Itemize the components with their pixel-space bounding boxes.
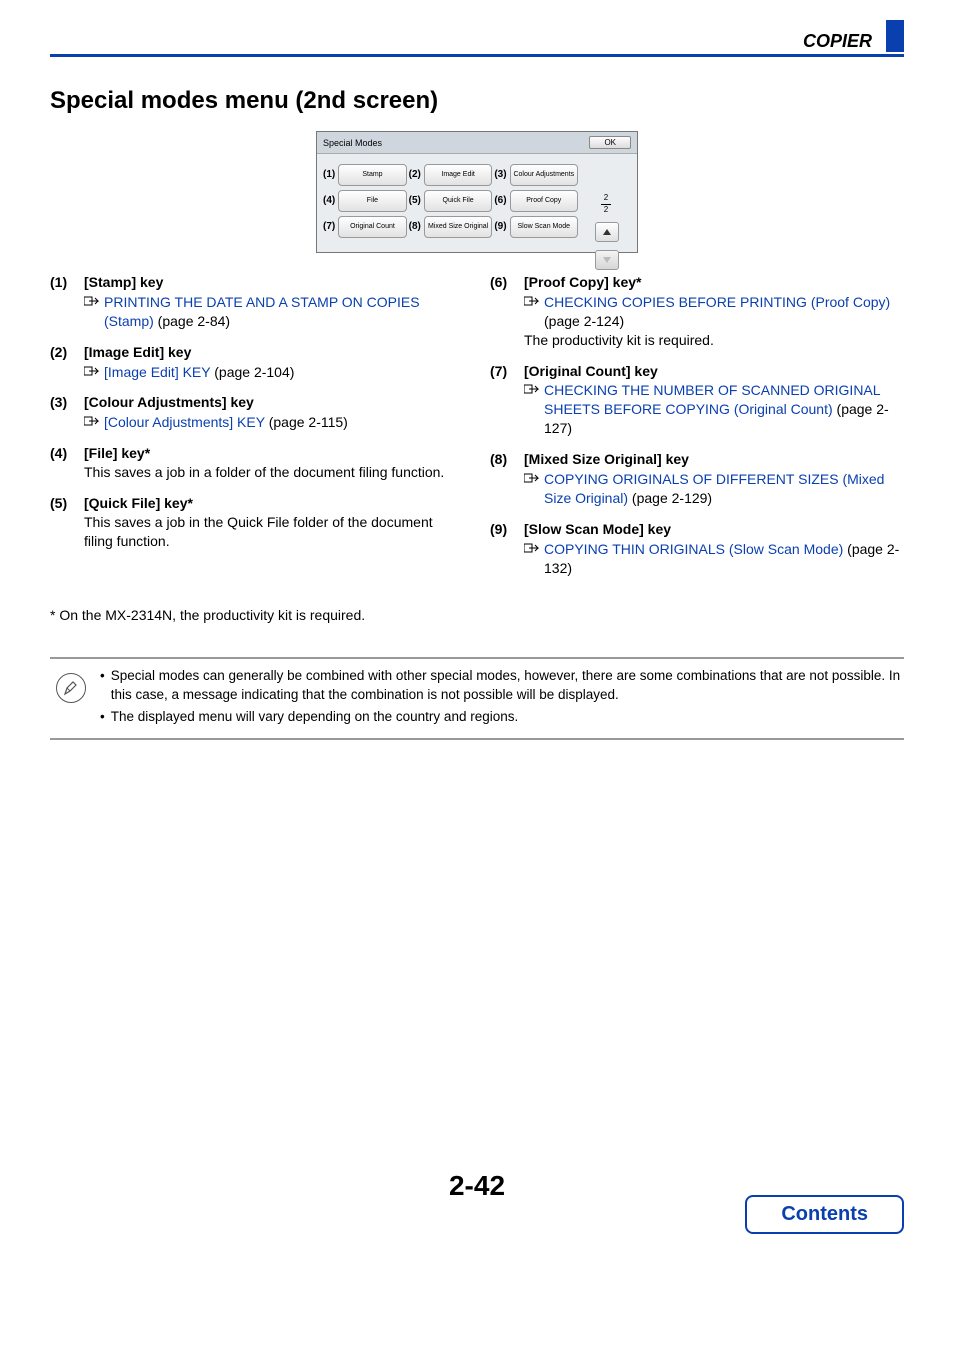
item-num: (1) xyxy=(50,273,84,331)
image-edit-button[interactable]: Image Edit xyxy=(424,164,492,186)
footnote: * On the MX-2314N, the productivity kit … xyxy=(50,607,904,623)
callout-7: (7) xyxy=(323,222,336,232)
item-9: (9) [Slow Scan Mode] key COPYING THIN OR… xyxy=(490,520,904,578)
scroll-down-button[interactable] xyxy=(595,250,619,270)
right-column: (6) [Proof Copy] key* CHECKING COPIES BE… xyxy=(490,273,904,589)
callout-2: (2) xyxy=(409,170,422,180)
item-title: [Stamp] key xyxy=(84,273,464,292)
page-indicator: 2 2 xyxy=(601,194,611,215)
item-num: (7) xyxy=(490,362,524,439)
ok-button[interactable]: OK xyxy=(589,136,631,149)
stamp-button[interactable]: Stamp xyxy=(338,164,406,186)
scroll-up-button[interactable] xyxy=(595,222,619,242)
item-title: [Original Count] key xyxy=(524,362,904,381)
pointer-icon xyxy=(84,296,100,306)
item-desc: The productivity kit is required. xyxy=(524,331,904,350)
callout-8: (8) xyxy=(409,222,422,232)
page-ref: (page 2-124) xyxy=(544,313,624,329)
slow-scan-mode-button[interactable]: Slow Scan Mode xyxy=(510,216,578,238)
arrow-down-icon xyxy=(602,256,612,264)
item-title: [Quick File] key* xyxy=(84,494,464,513)
special-modes-panel: Special Modes OK (1) Stamp (2) Image Edi… xyxy=(316,131,638,253)
item-8: (8) [Mixed Size Original] key COPYING OR… xyxy=(490,450,904,508)
item-1: (1) [Stamp] key PRINTING THE DATE AND A … xyxy=(50,273,464,331)
callout-3: (3) xyxy=(494,170,507,180)
proof-copy-button[interactable]: Proof Copy xyxy=(510,190,578,212)
header-bar: COPIER xyxy=(50,20,904,57)
link-stamp[interactable]: PRINTING THE DATE AND A STAMP ON COPIES … xyxy=(104,294,420,329)
item-title: [Image Edit] key xyxy=(84,343,464,362)
item-title: [Proof Copy] key* xyxy=(524,273,904,292)
panel-tab-label: Special Modes xyxy=(323,138,382,148)
notes-box: Special modes can generally be combined … xyxy=(50,657,904,740)
note-1: Special modes can generally be combined … xyxy=(111,667,904,703)
item-5: (5) [Quick File] key* This saves a job i… xyxy=(50,494,464,551)
original-count-button[interactable]: Original Count xyxy=(338,216,406,238)
link-mixed-size[interactable]: COPYING ORIGINALS OF DIFFERENT SIZES (Mi… xyxy=(544,471,884,506)
pointer-icon xyxy=(84,366,100,376)
page-total: 2 xyxy=(601,206,611,215)
callout-6: (6) xyxy=(494,196,507,206)
item-num: (6) xyxy=(490,273,524,350)
item-title: [Mixed Size Original] key xyxy=(524,450,904,469)
item-num: (4) xyxy=(50,444,84,482)
link-slow-scan[interactable]: COPYING THIN ORIGINALS (Slow Scan Mode) xyxy=(544,541,843,557)
note-2: The displayed menu will vary depending o… xyxy=(111,708,519,726)
item-num: (8) xyxy=(490,450,524,508)
section-label: COPIER xyxy=(803,31,882,52)
link-colour-adj[interactable]: [Colour Adjustments] KEY xyxy=(104,414,265,430)
pointer-icon xyxy=(524,384,540,394)
mixed-size-original-button[interactable]: Mixed Size Original xyxy=(424,216,492,238)
item-4: (4) [File] key* This saves a job in a fo… xyxy=(50,444,464,482)
callout-5: (5) xyxy=(409,196,422,206)
description-columns: (1) [Stamp] key PRINTING THE DATE AND A … xyxy=(50,273,904,589)
pointer-icon xyxy=(524,473,540,483)
header-accent xyxy=(886,20,904,52)
item-num: (2) xyxy=(50,343,84,382)
item-desc: This saves a job in a folder of the docu… xyxy=(84,463,464,482)
callout-1: (1) xyxy=(323,170,336,180)
page-current: 2 xyxy=(601,194,611,203)
contents-button[interactable]: Contents xyxy=(745,1195,904,1234)
item-6: (6) [Proof Copy] key* CHECKING COPIES BE… xyxy=(490,273,904,350)
page-ref: (page 2-129) xyxy=(628,490,712,506)
pointer-icon xyxy=(84,416,100,426)
panel-button-grid: (1) Stamp (2) Image Edit (3) Colour Adju… xyxy=(323,164,578,238)
notes-list: Special modes can generally be combined … xyxy=(100,667,904,730)
item-title: [File] key* xyxy=(84,444,464,463)
arrow-up-icon xyxy=(602,228,612,236)
pencil-icon xyxy=(56,673,86,703)
page-ref: (page 2-84) xyxy=(154,313,230,329)
callout-9: (9) xyxy=(494,222,507,232)
pointer-icon xyxy=(524,543,540,553)
page-title: Special modes menu (2nd screen) xyxy=(50,87,904,115)
colour-adjustments-button[interactable]: Colour Adjustments xyxy=(510,164,578,186)
item-2: (2) [Image Edit] key [Image Edit] KEY (p… xyxy=(50,343,464,382)
item-3: (3) [Colour Adjustments] key [Colour Adj… xyxy=(50,393,464,432)
panel-tab-bar: Special Modes OK xyxy=(317,132,637,154)
page-ref: (page 2-104) xyxy=(210,364,294,380)
file-button[interactable]: File xyxy=(338,190,406,212)
item-7: (7) [Original Count] key CHECKING THE NU… xyxy=(490,362,904,439)
link-proof-copy[interactable]: CHECKING COPIES BEFORE PRINTING (Proof C… xyxy=(544,294,890,310)
link-image-edit[interactable]: [Image Edit] KEY xyxy=(104,364,210,380)
item-num: (9) xyxy=(490,520,524,578)
item-desc: This saves a job in the Quick File folde… xyxy=(84,513,464,551)
page-ref: (page 2-115) xyxy=(265,414,348,430)
left-column: (1) [Stamp] key PRINTING THE DATE AND A … xyxy=(50,273,464,589)
panel-body: (1) Stamp (2) Image Edit (3) Colour Adju… xyxy=(317,154,637,252)
callout-4: (4) xyxy=(323,196,336,206)
item-title: [Slow Scan Mode] key xyxy=(524,520,904,539)
pointer-icon xyxy=(524,296,540,306)
item-num: (3) xyxy=(50,393,84,432)
quick-file-button[interactable]: Quick File xyxy=(424,190,492,212)
item-num: (5) xyxy=(50,494,84,551)
link-original-count[interactable]: CHECKING THE NUMBER OF SCANNED ORIGINAL … xyxy=(544,382,880,417)
item-title: [Colour Adjustments] key xyxy=(84,393,464,412)
